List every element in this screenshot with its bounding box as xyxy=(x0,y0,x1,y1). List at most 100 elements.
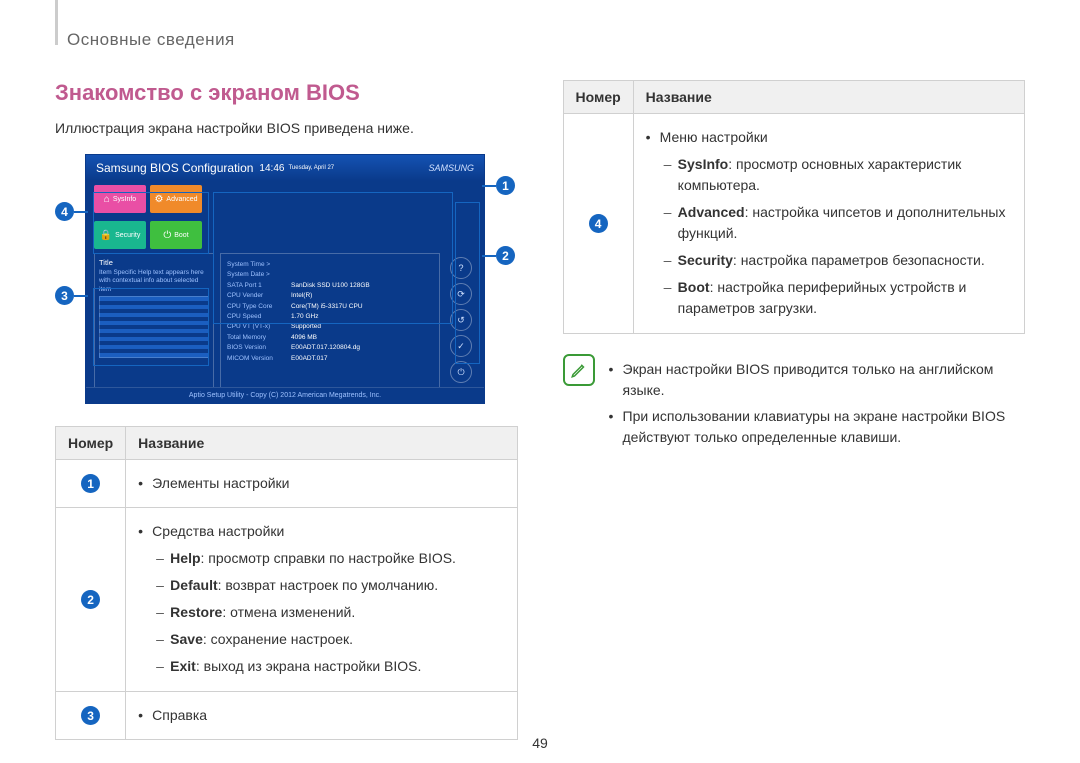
callout-line-1 xyxy=(482,185,496,187)
sub-bold: Default xyxy=(170,577,217,593)
table-header-row: Номер Название xyxy=(56,427,518,460)
gear-icon: ⚙ xyxy=(154,194,163,205)
sub-item: Restore: отмена изменений. xyxy=(156,602,504,623)
bios-help-block: Title Item Specific Help text appears he… xyxy=(94,253,214,403)
info-k: CPU VT (VT-x) xyxy=(227,322,281,332)
info-v: Intel(R) xyxy=(291,291,312,301)
header-border xyxy=(55,0,58,45)
sub-text: : возврат настроек по умолчанию. xyxy=(218,577,439,593)
bios-info-list: System Time > System Date > SATA Port 1 S… xyxy=(220,253,440,403)
numcircle-2: 2 xyxy=(81,590,100,609)
info-k: SATA Port 1 xyxy=(227,281,281,291)
row-text-cell: Средства настройки Help: просмотр справк… xyxy=(126,508,517,692)
sub-text: : настройка параметров безопасности. xyxy=(733,252,985,268)
info-k: CPU Type Core xyxy=(227,302,281,312)
save-icon[interactable]: ✓ xyxy=(450,335,472,357)
row2-title: Средства настройки xyxy=(152,523,284,539)
sub-bold: SysInfo xyxy=(678,156,729,172)
bios-title: Samsung BIOS Configuration xyxy=(96,161,253,175)
tile-advanced[interactable]: ⚙Advanced xyxy=(150,185,202,213)
callout-1: 1 xyxy=(496,176,515,195)
sub-bold: Security xyxy=(678,252,733,268)
sub-text: : отмена изменений. xyxy=(222,604,355,620)
row-num-cell: 3 xyxy=(56,692,126,740)
right-column: Номер Название 4 Меню настройки SysInfo:… xyxy=(563,80,1026,740)
home-icon: ⌂ xyxy=(104,194,110,205)
row-num-cell: 4 xyxy=(563,114,633,334)
restore-icon[interactable]: ↺ xyxy=(450,309,472,331)
tile-advanced-label: Advanced xyxy=(166,196,197,203)
sub-bold: Save xyxy=(170,631,203,647)
info-k: CPU Speed xyxy=(227,312,281,322)
callout-line-4 xyxy=(74,211,88,213)
tile-boot-label: Boot xyxy=(174,232,188,239)
callout-2: 2 xyxy=(496,246,515,265)
row4-text: Меню настройки SysInfo: просмотр основны… xyxy=(646,127,1012,319)
row4-title: Меню настройки xyxy=(660,129,768,145)
left-table: Номер Название 1 Элементы настройки 2 Ср… xyxy=(55,426,518,740)
note-list: Экран настройки BIOS приводится только н… xyxy=(609,354,1026,453)
bios-body: Title Item Specific Help text appears he… xyxy=(86,253,484,403)
info-k: System Date > xyxy=(227,270,281,280)
sub-text: : просмотр справки по настройке BIOS. xyxy=(201,550,456,566)
bios-help-striped xyxy=(99,296,209,358)
sub-item: Security: настройка параметров безопасно… xyxy=(664,250,1012,271)
exit-icon[interactable]: ⏻ xyxy=(450,361,472,383)
bios-panel: Samsung BIOS Configuration 14:46 Tuesday… xyxy=(85,154,485,404)
sub-item: Advanced: настройка чипсетов и дополните… xyxy=(664,202,1012,244)
bios-side-icons: ? ⟳ ↺ ✓ ⏻ xyxy=(446,253,476,403)
sub-item: Boot: настройка периферийных устройств и… xyxy=(664,277,1012,319)
sub-bold: Restore xyxy=(170,604,222,620)
page-heading: Знакомство с экраном BIOS xyxy=(55,80,518,106)
sub-text: : сохранение настроек. xyxy=(203,631,353,647)
numcircle-3: 3 xyxy=(81,706,100,725)
info-k: CPU Vender xyxy=(227,291,281,301)
sub-text: : настройка периферийных устройств и пар… xyxy=(678,279,967,316)
tile-boot[interactable]: ⏻Boot xyxy=(150,221,202,249)
th-name: Название xyxy=(633,81,1024,114)
info-v: E00ADT.017.120804.dg xyxy=(291,343,360,353)
info-v: Core(TM) i5-3317U CPU xyxy=(291,302,363,312)
info-k: Total Memory xyxy=(227,333,281,343)
sub-bold: Exit xyxy=(170,658,196,674)
row-num-cell: 2 xyxy=(56,508,126,692)
info-v: E00ADT.017 xyxy=(291,354,328,364)
content-columns: Знакомство с экраном BIOS Иллюстрация эк… xyxy=(55,80,1025,740)
bios-figure: Samsung BIOS Configuration 14:46 Tuesday… xyxy=(55,154,515,404)
table-header-row: Номер Название xyxy=(563,81,1025,114)
right-table: Номер Название 4 Меню настройки SysInfo:… xyxy=(563,80,1026,334)
info-k: System Time > xyxy=(227,260,281,270)
sub-text: : выход из экрана настройки BIOS. xyxy=(196,658,422,674)
intro-text: Иллюстрация экрана настройки BIOS привед… xyxy=(55,120,518,136)
pencil-icon xyxy=(570,361,588,379)
th-number: Номер xyxy=(56,427,126,460)
callout-4: 4 xyxy=(55,202,74,221)
bios-day: Tuesday, April 27 xyxy=(288,165,334,171)
row-text-cell: Элементы настройки xyxy=(126,460,517,508)
page-number: 49 xyxy=(532,735,548,751)
th-name: Название xyxy=(126,427,517,460)
help-icon[interactable]: ? xyxy=(450,257,472,279)
numcircle-1: 1 xyxy=(81,474,100,493)
sub-item: Save: сохранение настроек. xyxy=(156,629,504,650)
bios-menu-row-2: 🔒Security ⏻Boot xyxy=(86,217,484,253)
row1-text: Элементы настройки xyxy=(138,473,504,494)
bios-topbar: Samsung BIOS Configuration 14:46 Tuesday… xyxy=(86,155,484,181)
note-block: Экран настройки BIOS приводится только н… xyxy=(563,354,1026,453)
tile-sysinfo-label: SysInfo xyxy=(113,196,136,203)
bios-time: 14:46 xyxy=(259,163,284,174)
bios-help-body: Item Specific Help text appears here wit… xyxy=(99,269,209,294)
row-text-cell: Справка xyxy=(126,692,517,740)
table-row: 2 Средства настройки Help: просмотр спра… xyxy=(56,508,518,692)
sub-item: SysInfo: просмотр основных характеристик… xyxy=(664,154,1012,196)
sub-item: Help: просмотр справки по настройке BIOS… xyxy=(156,548,504,569)
tile-security[interactable]: 🔒Security xyxy=(94,221,146,249)
tile-sysinfo[interactable]: ⌂SysInfo xyxy=(94,185,146,213)
info-v: SanDisk SSD U100 128GB xyxy=(291,281,370,291)
sub-bold: Help xyxy=(170,550,200,566)
table-row: 3 Справка xyxy=(56,692,518,740)
default-icon[interactable]: ⟳ xyxy=(450,283,472,305)
th-number: Номер xyxy=(563,81,633,114)
info-v: 1.70 GHz xyxy=(291,312,318,322)
section-title: Основные сведения xyxy=(55,30,1025,50)
